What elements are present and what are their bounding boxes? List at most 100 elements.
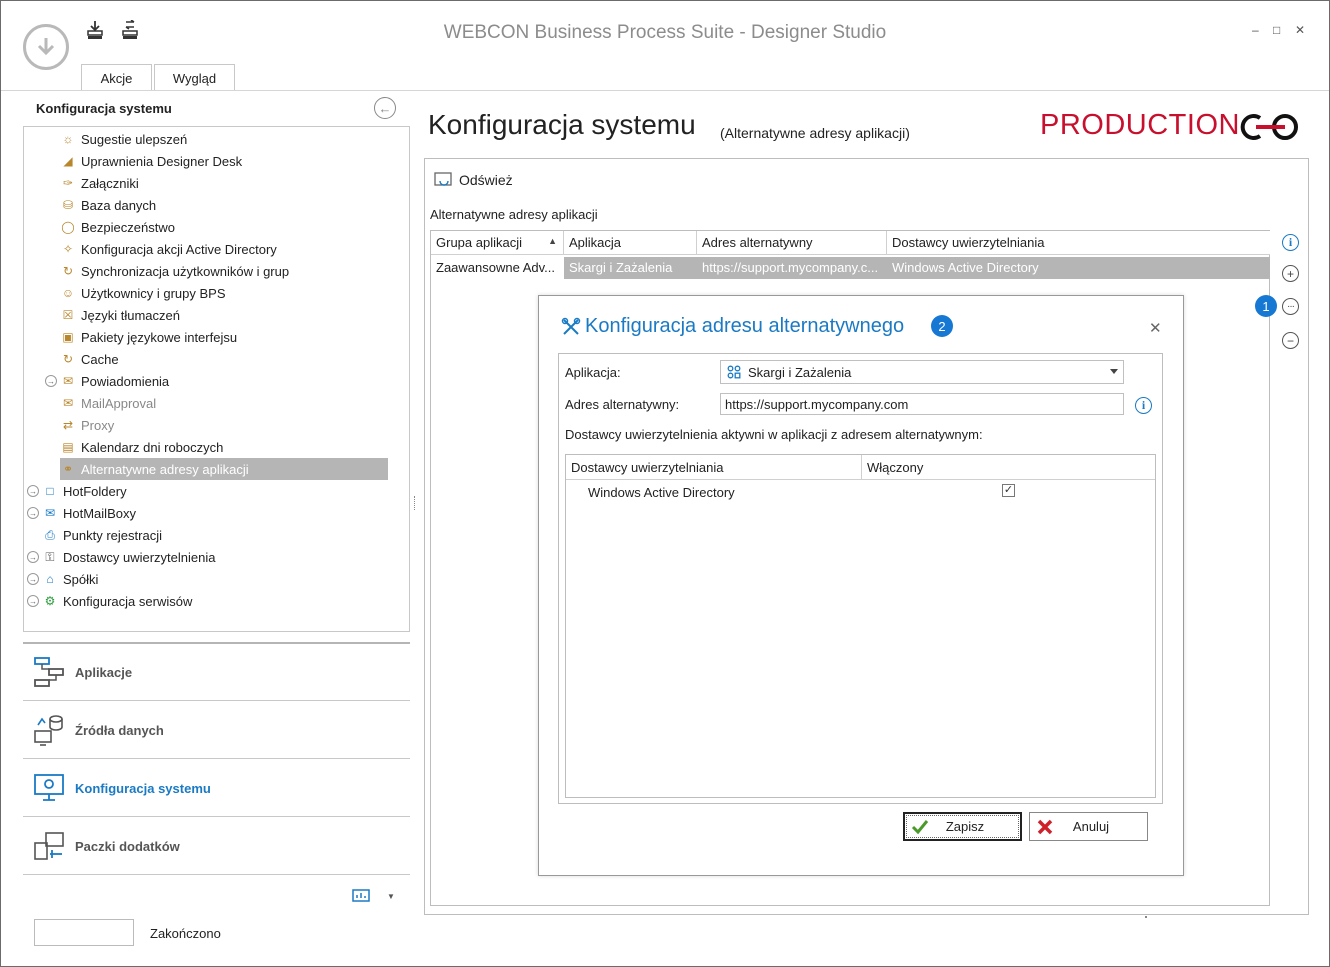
expand-hotfoldery-toggle[interactable]: → <box>27 485 39 497</box>
tree-item-punkty[interactable]: ⎙ Punkty rejestracji <box>42 524 162 546</box>
column-header-grupa[interactable]: Grupa aplikacji ▲ <box>431 231 564 255</box>
plus-icon: + <box>1286 266 1294 281</box>
step-badge-1: 1 <box>1255 295 1277 317</box>
nav-zrodla-danych[interactable]: Źródła danych <box>31 710 164 750</box>
refresh-icon: ↻ <box>62 352 74 366</box>
ellipsis-icon: ··· <box>1287 300 1295 312</box>
column-header-dostawcy[interactable]: Dostawcy uwierzytelniania <box>887 231 1270 255</box>
grid-cell-aplikacja[interactable]: Skargi i Zażalenia <box>564 257 697 279</box>
refresh-icon <box>434 172 452 186</box>
nav-paczki-dodatkow[interactable]: Paczki dodatków <box>31 826 180 866</box>
tree-item-zalaczniki[interactable]: ✑ Załączniki <box>60 172 139 194</box>
providers-grid: Dostawcy uwierzytelniania Włączony Windo… <box>565 454 1156 798</box>
tree-item-hotfoldery[interactable]: □ HotFoldery <box>42 480 126 502</box>
alt-address-info-button[interactable]: i <box>1135 397 1152 414</box>
status-text: Zakończono <box>150 926 221 941</box>
tree-item-kalendarz[interactable]: ▤ Kalendarz dni roboczych <box>60 436 223 458</box>
edit-button[interactable]: ··· <box>1282 298 1299 315</box>
resize-grip <box>1145 916 1147 918</box>
nav-more-dropdown[interactable]: ▼ <box>387 892 395 901</box>
provider-name: Windows Active Directory <box>588 485 735 500</box>
refresh-button[interactable]: Odśwież <box>434 171 513 189</box>
system-config-icon <box>31 770 67 806</box>
info-icon: i <box>1288 235 1293 249</box>
language-pack-icon: ▣ <box>62 330 74 344</box>
grid-cell-adres[interactable]: https://support.mycompany.c... <box>697 257 887 279</box>
panel-splitter[interactable] <box>414 496 416 510</box>
tab-akcje[interactable]: Akcje <box>81 64 152 91</box>
info-icon: i <box>1141 398 1146 412</box>
nav-config-button[interactable] <box>352 889 370 908</box>
database-icon: ⛁ <box>62 198 74 212</box>
alt-address-input[interactable] <box>720 393 1124 415</box>
key-icon: ⚿ <box>45 549 55 564</box>
tree-item-jezyki[interactable]: ☒ Języki tłumaczeń <box>60 304 180 326</box>
tree-item-synchronizacja[interactable]: ↻ Synchronizacja użytkowników i grup <box>60 260 289 282</box>
tree-item-uzytkownicy[interactable]: ☺ Użytkownicy i grupy BPS <box>60 282 226 304</box>
add-button[interactable]: + <box>1282 265 1299 282</box>
info-button[interactable]: i <box>1282 234 1299 251</box>
expand-serwisy-toggle[interactable]: → <box>27 595 39 607</box>
tree-item-active-directory[interactable]: ✧ Konfiguracja akcji Active Directory <box>60 238 277 260</box>
tree-item-mailapproval[interactable]: ✉ MailApproval <box>60 392 156 414</box>
close-button[interactable]: ✕ <box>1295 23 1305 37</box>
step-badge-2: 2 <box>931 315 953 337</box>
minimize-button[interactable]: – <box>1252 23 1259 37</box>
column-header-aplikacja[interactable]: Aplikacja <box>564 231 697 255</box>
application-label: Aplikacja: <box>565 365 621 380</box>
tree-item-alternatywne-adresy[interactable]: ⚭ Alternatywne adresy aplikacji <box>60 458 388 480</box>
expand-spolki-toggle[interactable]: → <box>27 573 39 585</box>
tree-item-uprawnienia[interactable]: ◢ Uprawnienia Designer Desk <box>60 150 242 172</box>
sort-asc-icon: ▲ <box>548 236 557 246</box>
app-window: WEBCON Business Process Suite - Designer… <box>0 0 1330 967</box>
nav-aplikacje[interactable]: Aplikacje <box>31 652 132 692</box>
arrow-left-icon: ← <box>378 100 392 116</box>
expand-hotmailboxy-toggle[interactable]: → <box>27 507 39 519</box>
hotmailbox-icon: ✉ <box>44 506 56 520</box>
gear-icon: ⚙ <box>44 594 56 608</box>
tab-wyglad[interactable]: Wygląd <box>154 64 235 91</box>
tree-item-cache[interactable]: ↻ Cache <box>60 348 119 370</box>
collapse-panel-button[interactable]: ← <box>374 97 396 119</box>
sync-users-icon: ↻ <box>62 264 74 278</box>
column-header-adres[interactable]: Adres alternatywny <box>697 231 887 255</box>
expand-powiadomienia-toggle[interactable]: → <box>45 375 57 387</box>
tree-item-serwisy[interactable]: ⚙ Konfiguracja serwisów <box>42 590 193 612</box>
grid-cell-grupa[interactable]: Zaawansowne Adv... <box>431 257 564 279</box>
tree-item-hotmailboxy[interactable]: ✉ HotMailBoxy <box>42 502 136 524</box>
nav-konfiguracja-systemu[interactable]: Konfiguracja systemu <box>31 768 211 808</box>
tree-item-proxy[interactable]: ⇄ Proxy <box>60 414 114 436</box>
application-select[interactable]: Skargi i Zażalenia <box>720 360 1124 384</box>
column-header-enabled[interactable]: Włączony <box>862 455 1155 480</box>
chevron-down-icon <box>1110 369 1118 374</box>
column-header-providers[interactable]: Dostawcy uwierzytelniania <box>566 455 862 480</box>
grid-cell-dostawcy[interactable]: Windows Active Directory <box>887 257 1270 279</box>
lightbulb-icon: ☼ <box>62 132 74 146</box>
ribbon-divider <box>1 90 1329 91</box>
addon-packages-icon <box>31 828 67 864</box>
tree-item-pakiety[interactable]: ▣ Pakiety językowe interfejsu <box>60 326 237 348</box>
expand-dostawcy-toggle[interactable]: → <box>27 551 39 563</box>
tree-item-bezpieczenstwo[interactable]: ◯ Bezpieczeństwo <box>60 216 175 238</box>
house-icon: ⌂ <box>46 572 54 586</box>
checkmark-icon: ✓ <box>1003 484 1014 496</box>
tree-item-powiadomienia[interactable]: ✉ Powiadomienia <box>60 370 169 392</box>
dialog-close-button[interactable]: ✕ <box>1149 319 1162 337</box>
save-button[interactable]: Zapisz <box>903 812 1022 841</box>
ruler-icon: ◢ <box>63 154 73 168</box>
users-icon: ☺ <box>61 286 75 300</box>
nav-divider <box>23 816 410 817</box>
cancel-button[interactable]: Anuluj <box>1029 812 1148 841</box>
tree-item-baza-danych[interactable]: ⛁ Baza danych <box>60 194 156 216</box>
maximize-button[interactable]: □ <box>1273 23 1280 37</box>
tree-item-spolki[interactable]: ⌂ Spółki <box>42 568 98 590</box>
apps-icon <box>727 365 741 379</box>
config-tree: ☼ Sugestie ulepszeń ◢ Uprawnienia Designer… <box>23 126 410 632</box>
left-panel-title: Konfiguracja systemu <box>36 101 172 116</box>
tree-item-dostawcy[interactable]: ⚿ Dostawcy uwierzytelnienia <box>42 546 215 568</box>
translate-icon: ☒ <box>62 308 74 322</box>
providers-label: Dostawcy uwierzytelnienia aktywni w apli… <box>565 427 983 442</box>
provider-enabled-checkbox[interactable]: ✓ <box>1002 484 1015 497</box>
remove-button[interactable]: − <box>1282 332 1299 349</box>
tree-item-sugestie[interactable]: ☼ Sugestie ulepszeń <box>60 128 188 150</box>
